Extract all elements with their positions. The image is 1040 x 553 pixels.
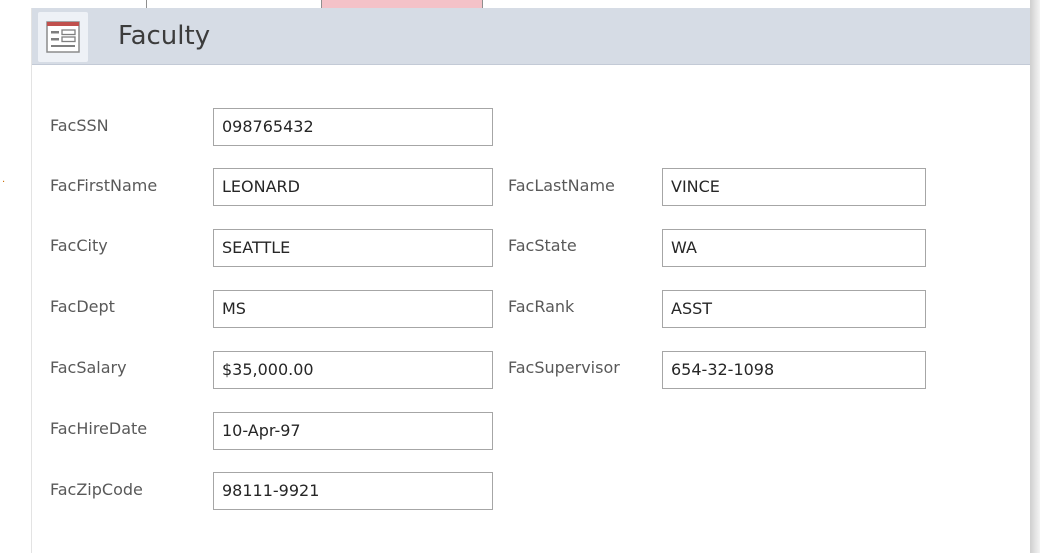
fac-dept-field[interactable]: MS [213, 290, 493, 328]
tab-divider [146, 0, 147, 8]
fac-city-field[interactable]: SEATTLE [213, 229, 493, 267]
fac-hire-date-label: FacHireDate [50, 419, 148, 438]
fac-hire-date-field[interactable]: 10-Apr-97 [213, 412, 493, 450]
fac-zip-code-label: FacZipCode [50, 480, 143, 499]
fac-first-name-label: FacFirstName [50, 176, 158, 195]
fac-first-name-field[interactable]: LEONARD [213, 168, 493, 206]
selection-marker: . [2, 174, 6, 185]
window-edge-shadow [1030, 0, 1040, 553]
fac-last-name-field[interactable]: VINCE [662, 168, 926, 206]
fac-last-name-label: FacLastName [508, 176, 615, 195]
active-document-tab[interactable] [321, 0, 483, 8]
fac-rank-label: FacRank [508, 297, 575, 316]
fac-ssn-label: FacSSN [50, 116, 109, 135]
fac-ssn-field[interactable]: 098765432 [213, 108, 493, 146]
document-tab-strip [0, 0, 1040, 8]
fac-salary-field[interactable]: $35,000.00 [213, 351, 493, 389]
form-border [31, 8, 32, 553]
fac-city-label: FacCity [50, 236, 108, 255]
fac-salary-label: FacSalary [50, 358, 127, 377]
form-header: Faculty [32, 8, 1030, 65]
fac-supervisor-label: FacSupervisor [508, 358, 620, 377]
fac-state-label: FacState [508, 236, 577, 255]
fac-dept-label: FacDept [50, 297, 115, 316]
form-icon-graphic [46, 21, 80, 53]
fac-zip-code-field[interactable]: 98111-9921 [213, 472, 493, 510]
form-title: Faculty [118, 21, 211, 51]
form-icon [38, 12, 88, 62]
fac-rank-field[interactable]: ASST [662, 290, 926, 328]
fac-state-field[interactable]: WA [662, 229, 926, 267]
form-window: . Faculty FacSSN 098765432 FacFirstName … [0, 0, 1040, 553]
fac-supervisor-field[interactable]: 654-32-1098 [662, 351, 926, 389]
